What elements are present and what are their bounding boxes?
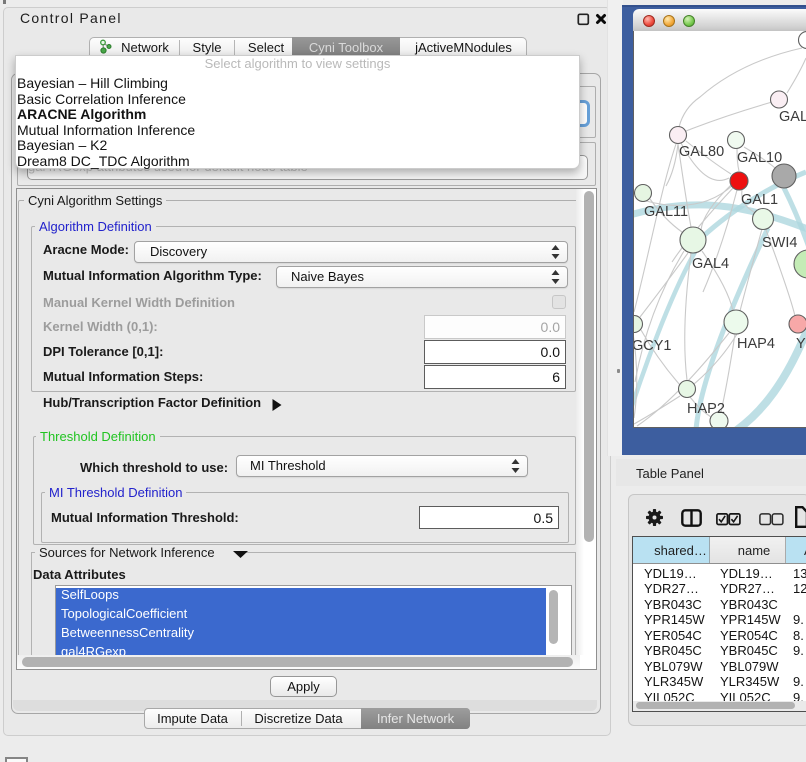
svg-text:YD: YD bbox=[796, 336, 806, 352]
svg-text:GAL80: GAL80 bbox=[679, 144, 724, 160]
svg-text:GAL10: GAL10 bbox=[737, 150, 782, 166]
svg-text:GAL4: GAL4 bbox=[692, 256, 729, 272]
svg-text:GAL2: GAL2 bbox=[779, 109, 806, 125]
svg-text:GAL11: GAL11 bbox=[644, 204, 688, 220]
svg-text:HAP4: HAP4 bbox=[737, 336, 775, 352]
svg-text:HAP2: HAP2 bbox=[687, 401, 725, 417]
svg-text:GAL1: GAL1 bbox=[741, 192, 778, 208]
svg-text:GCY1: GCY1 bbox=[634, 338, 672, 354]
svg-text:SWI4: SWI4 bbox=[762, 235, 797, 251]
